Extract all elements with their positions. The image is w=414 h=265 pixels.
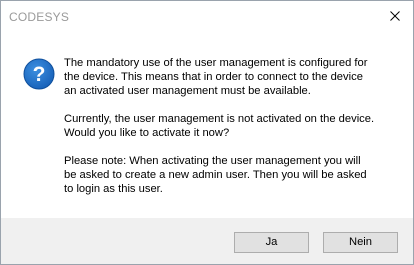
title-bar[interactable]: CODESYS [1, 1, 413, 31]
message-paragraph-1: The mandatory use of the user management… [64, 57, 368, 97]
dialog-content: ? The mandatory use of the user manageme… [1, 31, 413, 218]
no-button[interactable]: Nein [323, 232, 398, 253]
window-title: CODESYS [9, 10, 70, 24]
message-paragraph-3: Please note: When activating the user ma… [64, 155, 367, 195]
message-paragraph-2: Currently, the user management is not ac… [64, 113, 375, 139]
dialog-window: CODESYS ? The mandatory use of the user … [0, 0, 414, 265]
message-text: The mandatory use of the user management… [64, 56, 394, 210]
yes-button[interactable]: Ja [234, 232, 309, 253]
button-bar: Ja Nein [1, 218, 413, 264]
question-glyph: ? [33, 63, 46, 86]
question-icon: ? [23, 58, 55, 90]
close-button[interactable] [377, 1, 413, 31]
close-icon [390, 11, 400, 21]
